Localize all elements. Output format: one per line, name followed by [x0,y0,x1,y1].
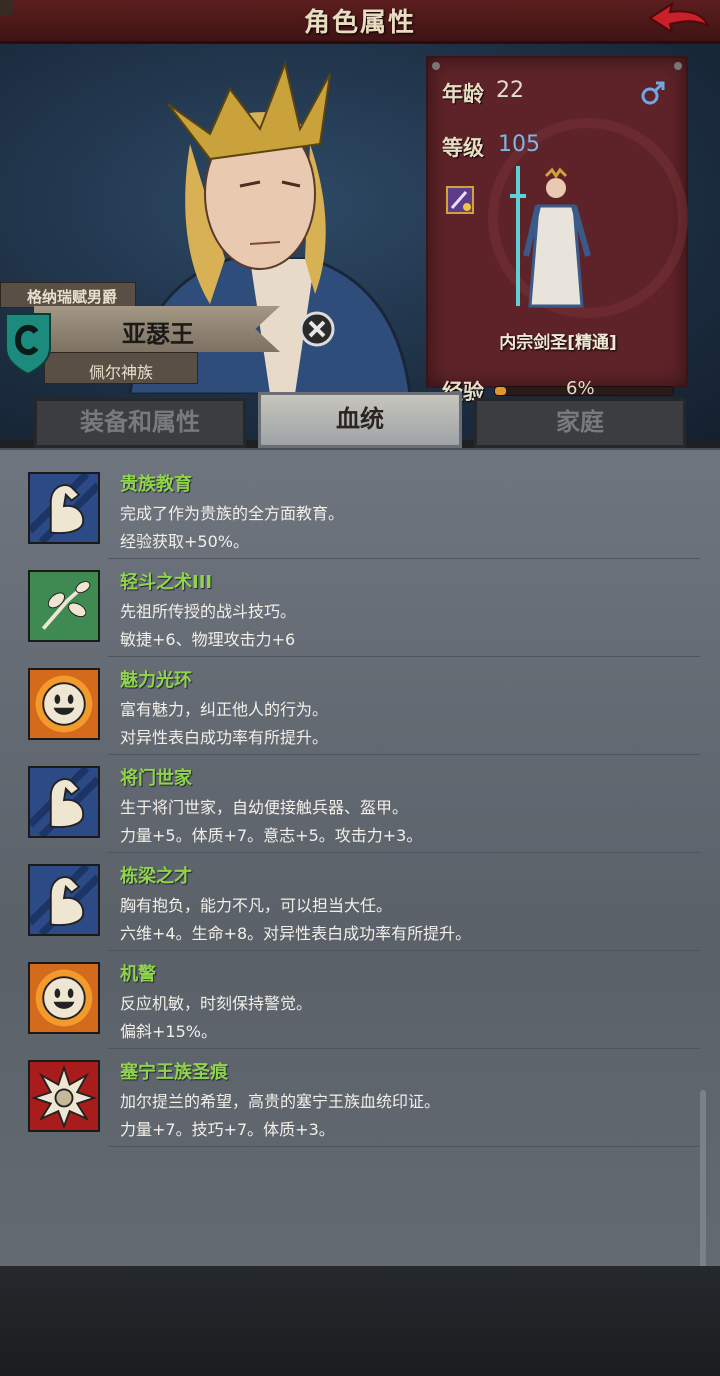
trait-item[interactable]: 栋梁之才 胸有抱负，能力不凡，可以担当大任。 六维+4。生命+8。对异性表白成功… [0,842,700,951]
class-name: 内宗剑圣[精通] [499,333,617,353]
stat-card: 年龄 22 等级 105 内宗剑圣[精通] 经验 6% [426,56,688,404]
arm-strength-icon [28,864,100,936]
age-label: 年龄 [442,82,484,106]
character-hero-area: 格纳瑞赋男爵 亚瑟王 佩尔神族 年龄 22 等级 105 内宗剑圣[精通] 经验… [0,44,720,440]
tab-label: 家庭 [556,408,604,436]
trait-name: 栋梁之才 [120,866,192,887]
pin-ornament [432,62,440,70]
divider [108,1146,700,1147]
trait-name: 将门世家 [120,768,192,789]
noble-title: 格纳瑞赋男爵 [27,288,118,306]
sun-face-icon [28,668,100,740]
back-arrow-icon[interactable] [646,0,712,40]
sun-face-icon [28,962,100,1034]
tab-bloodline[interactable]: 血统 [258,392,462,448]
trait-description: 胸有抱负，能力不凡，可以担当大任。 [120,896,393,915]
sword-class-icon [446,186,474,214]
trait-description: 完成了作为贵族的全方面教育。 [120,504,345,523]
level-label: 等级 [442,136,484,160]
branch-icon [28,570,100,642]
trait-description: 加尔提兰的希望，高贵的塞宁王族血统印证。 [120,1092,441,1111]
trait-item[interactable]: 塞宁王族圣痕 加尔提兰的希望，高贵的塞宁王族血统印证。 力量+7。技巧+7。体质… [0,1038,700,1147]
race-banner: 佩尔神族 [44,352,198,384]
close-icon[interactable] [298,310,336,348]
trait-description: 富有魅力，纠正他人的行为。 [120,700,329,719]
name-banner: 亚瑟王 [34,306,280,352]
trait-bonus: 力量+7。技巧+7。体质+3。 [120,1120,335,1139]
tab-label: 装备和属性 [80,408,200,436]
tab-family[interactable]: 家庭 [474,398,686,448]
pin-ornament [674,62,682,70]
trait-name: 机警 [120,964,156,985]
tab-label: 血统 [336,405,384,433]
male-icon [641,81,665,105]
tab-equipment-attributes[interactable]: 装备和属性 [34,398,246,448]
trait-item[interactable]: 机警 反应机敏，时刻保持警觉。 偏斜+15%。 [0,940,700,1049]
trait-description: 生于将门世家，自幼便接触兵器、盔甲。 [120,798,409,817]
trait-name: 轻斗之术III [120,572,213,593]
class-figure [510,166,591,308]
arm-strength-icon [28,766,100,838]
header-bar: 角色属性 [0,0,720,44]
trait-item[interactable]: 将门世家 生于将门世家，自幼便接触兵器、盔甲。 力量+5。体质+7。意志+5。攻… [0,744,700,853]
royal-seal-icon [28,1060,100,1132]
arm-strength-icon [28,472,100,544]
bloodline-panel: 贵族教育 完成了作为贵族的全方面教育。 经验获取+50%。 轻斗之术III 先祖… [0,448,720,1320]
crest-shield-icon [5,313,51,376]
trait-name: 塞宁王族圣痕 [120,1062,228,1083]
noble-title-ribbon: 格纳瑞赋男爵 [0,282,136,308]
character-race: 佩尔神族 [89,363,154,382]
level-value: 105 [498,132,540,157]
trait-item[interactable]: 轻斗之术III 先祖所传授的战斗技巧。 敏捷+6、物理攻击力+6 [0,548,700,657]
footer-area [0,1266,720,1376]
trait-description: 先祖所传授的战斗技巧。 [120,602,297,621]
tab-bar: 装备和属性 血统 家庭 [0,388,720,448]
trait-name: 魅力光环 [120,670,192,691]
age-value: 22 [496,78,524,103]
trait-item[interactable]: 魅力光环 富有魅力，纠正他人的行为。 对异性表白成功率有所提升。 [0,646,700,755]
page-title: 角色属性 [303,8,416,38]
character-name: 亚瑟王 [122,320,194,348]
trait-description: 反应机敏，时刻保持警觉。 [120,994,313,1013]
trait-name: 贵族教育 [120,474,192,495]
trait-item[interactable]: 贵族教育 完成了作为贵族的全方面教育。 经验获取+50%。 [0,450,700,559]
